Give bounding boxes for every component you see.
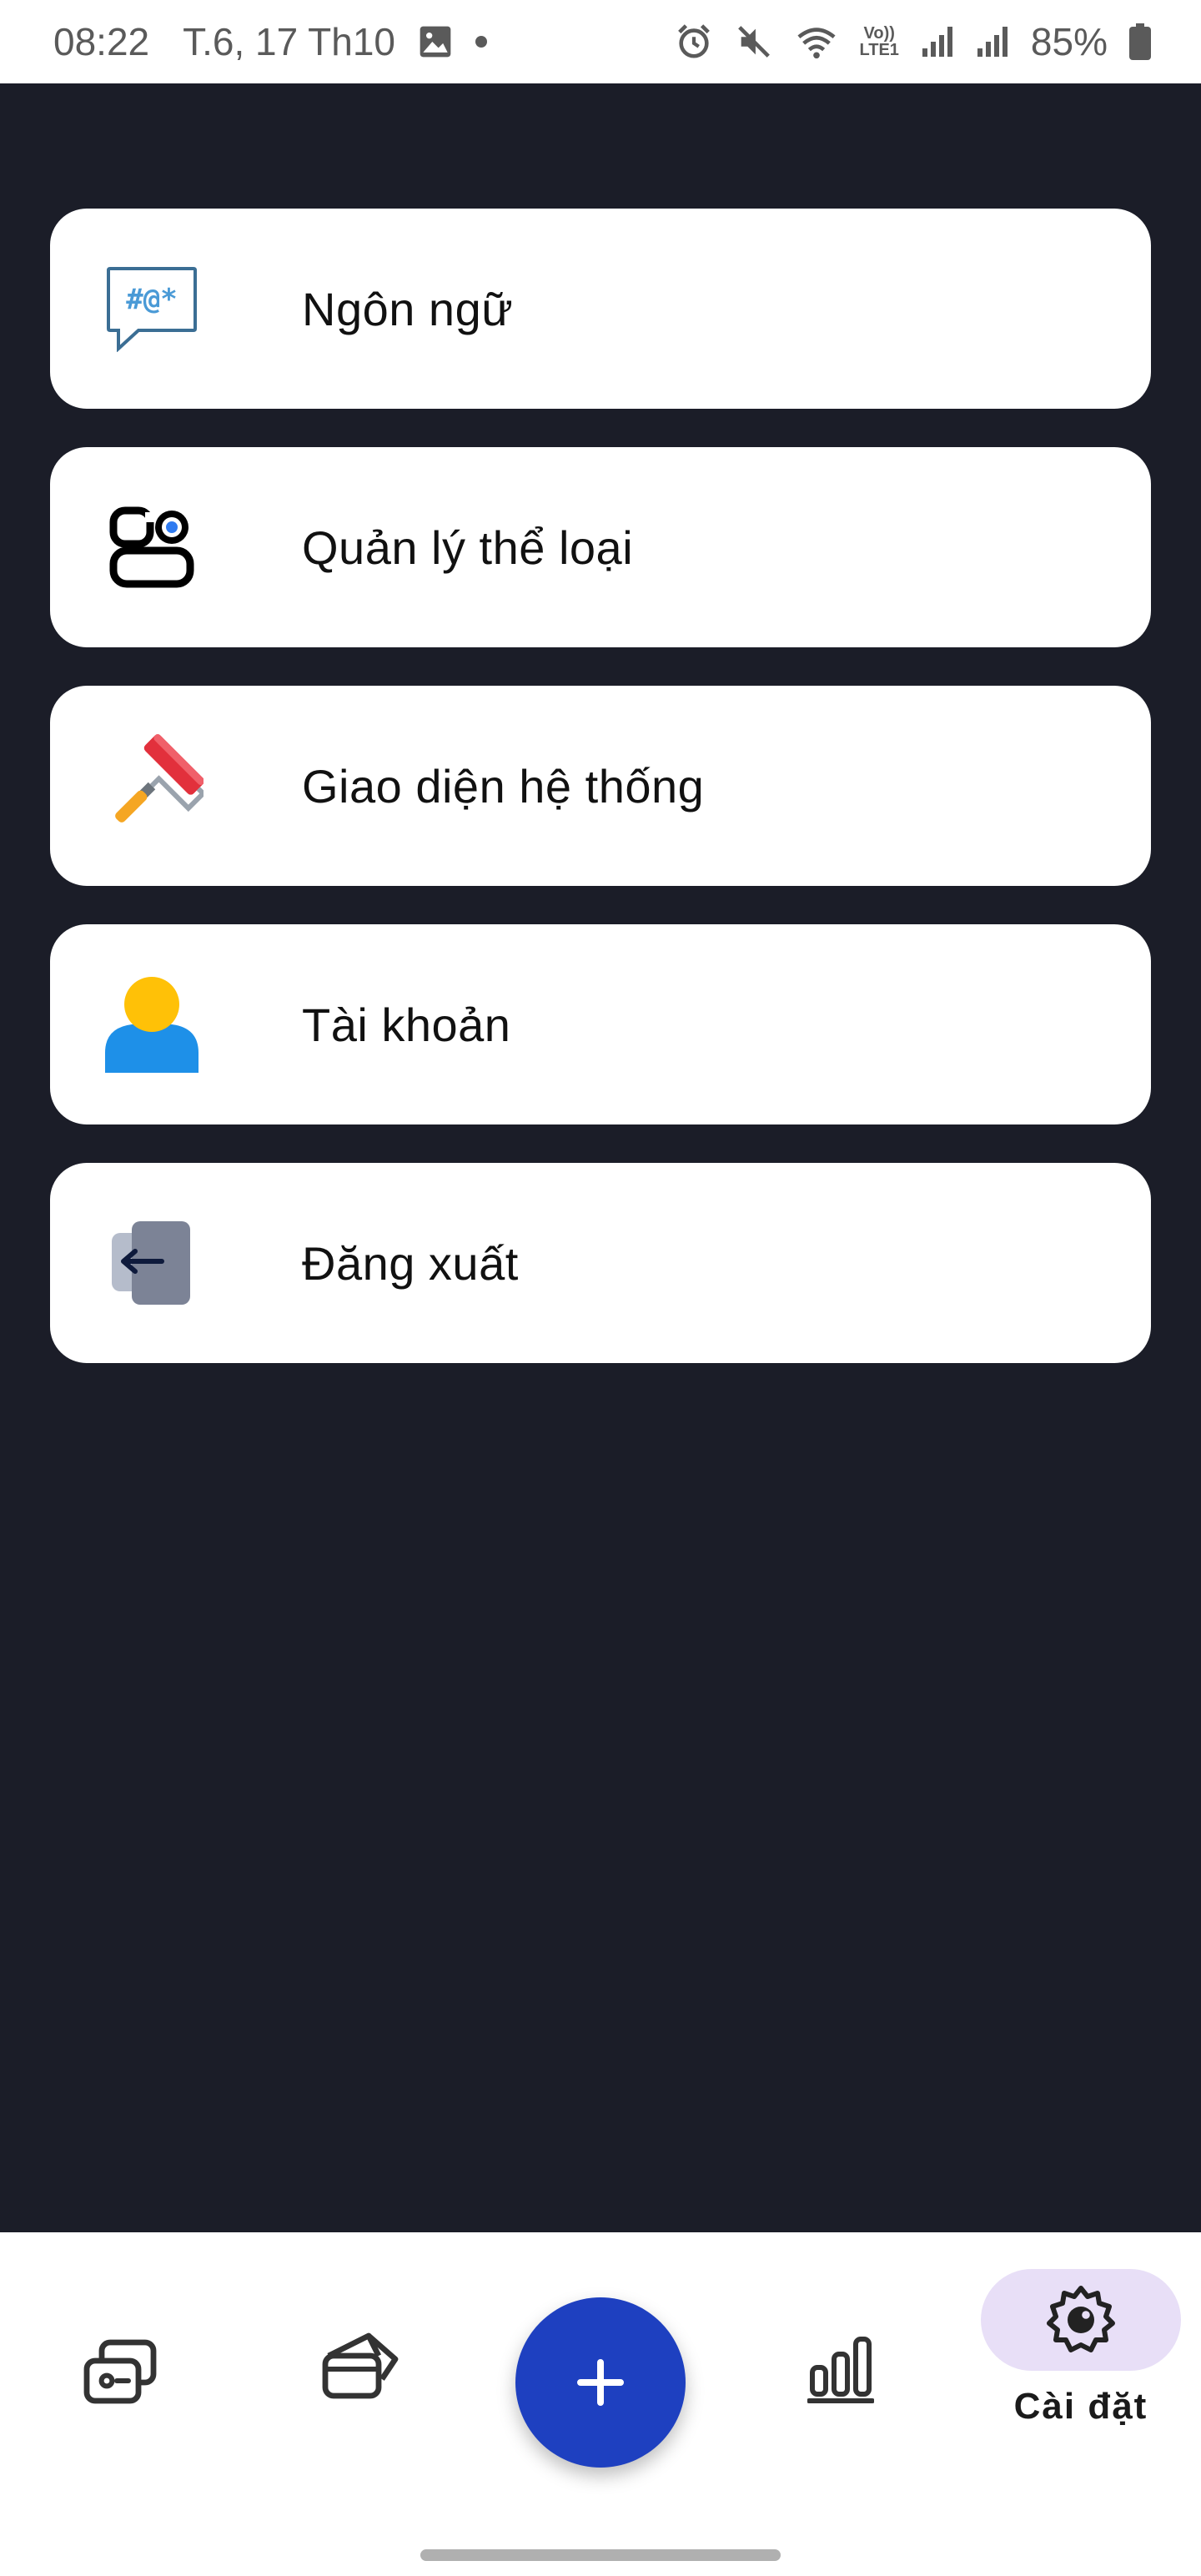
settings-item-label: Tài khoản — [302, 998, 511, 1051]
settings-item-label: Đăng xuất — [302, 1236, 519, 1290]
wallet-icon — [322, 2332, 399, 2399]
battery-percent: 85% — [1030, 20, 1108, 63]
nav-wallet[interactable] — [309, 2316, 409, 2416]
image-icon — [417, 23, 454, 60]
dot-icon — [475, 36, 488, 48]
status-bar: 08:22 T.6, 17 Th10 Vo)) LTE1 85% — [0, 0, 1201, 83]
mute-icon — [735, 23, 773, 61]
settings-item-label: Ngôn ngữ — [302, 282, 514, 335]
settings-gear-icon — [1047, 2286, 1115, 2352]
alarm-icon — [675, 23, 713, 61]
settings-screen: 08:22 T.6, 17 Th10 Vo)) LTE1 85% #@* Ngô… — [0, 0, 1201, 2576]
status-date: T.6, 17 Th10 — [183, 20, 396, 63]
logout-icon — [100, 1211, 204, 1315]
nav-statistics[interactable] — [791, 2319, 891, 2419]
settings-item-label: Giao diện hệ thống — [302, 759, 705, 813]
signal-icon — [976, 25, 1009, 58]
signal-icon — [921, 25, 954, 58]
status-bar-right: Vo)) LTE1 85% — [675, 19, 1151, 64]
svg-text:#@*: #@* — [126, 283, 177, 316]
nav-transactions[interactable] — [70, 2322, 170, 2423]
add-icon — [577, 2359, 624, 2406]
settings-item-account[interactable]: Tài khoản — [50, 924, 1151, 1124]
stats-chart-icon — [807, 2337, 874, 2403]
battery-icon — [1129, 23, 1151, 60]
nav-settings-label[interactable]: Cài đặt — [981, 2386, 1181, 2428]
wifi-icon — [795, 23, 838, 61]
settings-item-logout[interactable]: Đăng xuất — [50, 1163, 1151, 1363]
language-chat-icon: #@* — [100, 257, 204, 360]
account-user-icon — [100, 973, 204, 1076]
settings-item-language[interactable]: #@* Ngôn ngữ — [50, 209, 1151, 409]
volte-lte-badge: Vo)) LTE1 — [859, 24, 899, 59]
nav-settings[interactable] — [981, 2269, 1181, 2371]
paint-roller-icon — [100, 734, 204, 838]
add-transaction-button[interactable] — [515, 2297, 686, 2468]
settings-item-category-management[interactable]: Quản lý thể loại — [50, 447, 1151, 647]
settings-item-system-theme[interactable]: Giao diện hệ thống — [50, 686, 1151, 886]
home-indicator[interactable] — [420, 2549, 781, 2561]
transactions-icon — [83, 2339, 157, 2404]
status-bar-left: 08:22 T.6, 17 Th10 — [53, 19, 488, 64]
settings-list: #@* Ngôn ngữ Quản lý thể loại Giao diện … — [50, 209, 1151, 1363]
status-time: 08:22 — [53, 20, 150, 63]
settings-item-label: Quản lý thể loại — [302, 521, 634, 574]
bottom-navigation: Cài đặt — [0, 2232, 1201, 2576]
category-manage-icon — [100, 496, 204, 599]
